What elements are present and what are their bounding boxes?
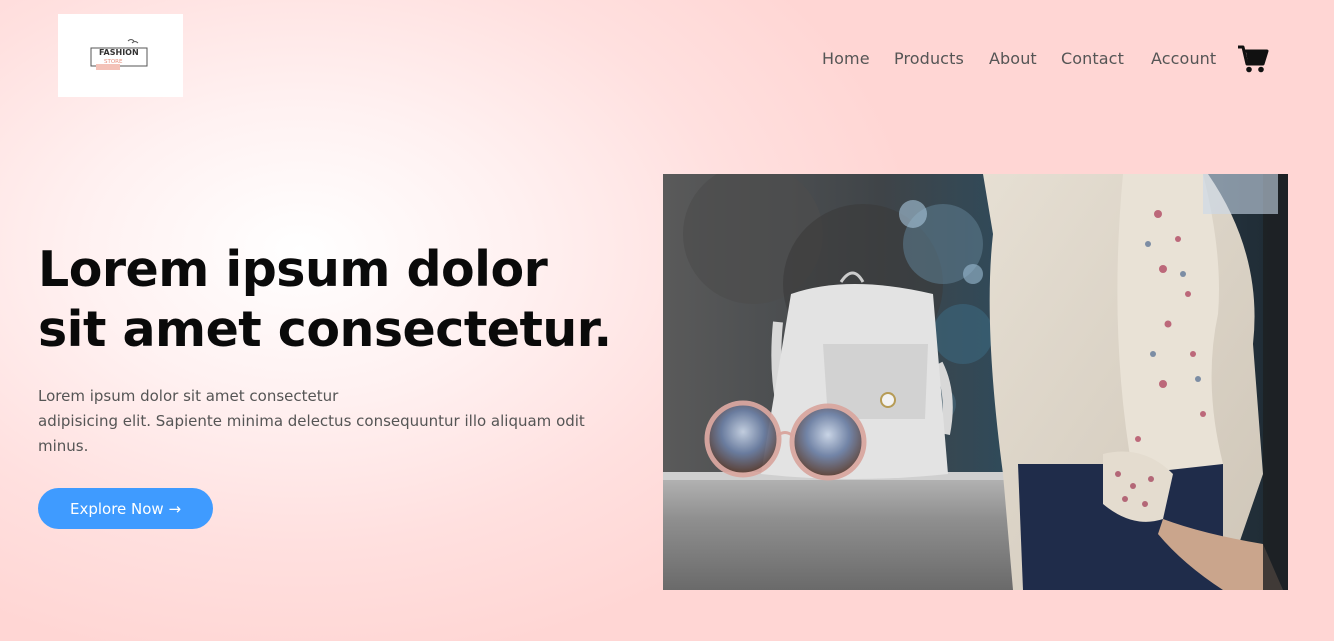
hero-description: Lorem ipsum dolor sit amet consectetur a…	[38, 384, 638, 459]
explore-now-button[interactable]: Explore Now →	[38, 488, 213, 529]
hero-text-line1: Lorem ipsum dolor sit amet consectetur	[38, 387, 339, 405]
shopping-cart-icon[interactable]	[1237, 44, 1269, 74]
nav-products[interactable]: Products	[894, 49, 964, 68]
nav-contact[interactable]: Contact	[1061, 49, 1124, 68]
logo-line1: FASHION	[99, 48, 139, 57]
hero-image	[663, 174, 1288, 590]
logo-line2: STORE	[104, 59, 123, 65]
nav-account[interactable]: Account	[1151, 49, 1216, 68]
nav-about[interactable]: About	[989, 49, 1037, 68]
logo[interactable]: FASHION STORE	[58, 14, 183, 97]
hero-title-line1: Lorem ipsum dolor	[38, 241, 548, 298]
nav-home[interactable]: Home	[822, 49, 870, 68]
hero-title: Lorem ipsum dolor sit amet consectetur.	[38, 240, 658, 360]
logo-mark: FASHION STORE	[90, 39, 148, 70]
hero-title-line2: sit amet consectetur.	[38, 301, 612, 358]
hero-text-line2: adipisicing elit. Sapiente minima delect…	[38, 412, 585, 455]
